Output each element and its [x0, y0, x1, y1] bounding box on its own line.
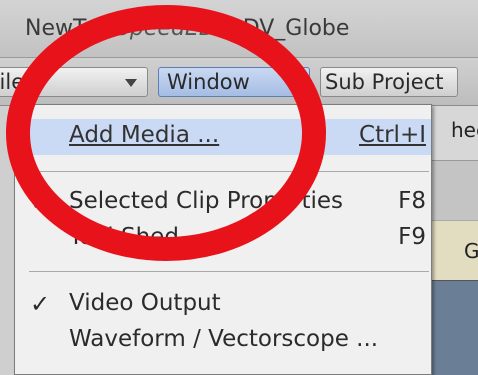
checkmark-icon: ✓ — [30, 188, 51, 216]
menu-item-label: Selected Clip Properties — [69, 188, 344, 214]
menu-sub-project-label: Sub Project — [325, 70, 444, 94]
title-app: NewTek — [25, 16, 109, 41]
menu-window-label: Window — [167, 70, 250, 94]
menu-separator — [29, 271, 429, 272]
menu-window[interactable]: Window — [158, 67, 310, 97]
title-bar: NewTek SpeedEDIT DV_Globe — [0, 0, 478, 58]
window-title: NewTek SpeedEDIT DV_Globe — [25, 16, 349, 41]
title-project: DV_Globe — [242, 16, 350, 41]
panel-header-fragment: hee — [451, 118, 478, 142]
chevron-down-icon — [125, 79, 137, 87]
panel-tab-fragment: G — [464, 239, 478, 263]
menu-file[interactable]: File — [0, 67, 148, 97]
background-panel-toolbar — [430, 160, 478, 220]
application-window: NewTek SpeedEDIT DV_Globe File Window Su… — [0, 0, 478, 375]
title-product: SpeedEDIT — [115, 16, 236, 41]
menu-sub-project[interactable]: Sub Project — [320, 67, 458, 97]
menu-item-video-output[interactable]: ✓ Video Output — [15, 287, 431, 323]
menu-item-label: Tool Shed — [69, 224, 179, 250]
menu-bar: File Window Sub Project — [0, 58, 478, 106]
menu-item-tool-shed[interactable]: Tool Shed F9 — [15, 221, 431, 257]
menu-item-shortcut: F9 — [398, 224, 426, 250]
menu-item-label: Waveform / Vectorscope ... — [69, 326, 379, 352]
menu-item-label: Add Media ... — [69, 122, 220, 148]
menu-item-shortcut: F8 — [398, 188, 426, 214]
checkmark-icon: ✓ — [30, 290, 51, 318]
chevron-down-icon — [285, 79, 297, 87]
background-panel-tab: G — [430, 220, 478, 280]
menu-item-add-media[interactable]: Add Media ... Ctrl+I — [15, 119, 431, 155]
menu-file-label: File — [0, 70, 25, 94]
background-panel-header: hee — [430, 106, 478, 160]
menu-item-label: Video Output — [69, 290, 221, 316]
menu-item-selected-clip-properties[interactable]: ✓ Selected Clip Properties F8 — [15, 185, 431, 221]
menu-separator — [29, 171, 429, 172]
window-menu-dropdown: Add Media ... Ctrl+I ✓ Selected Clip Pro… — [14, 104, 432, 375]
background-panel-timeline — [430, 280, 478, 375]
menu-item-waveform-vectorscope[interactable]: Waveform / Vectorscope ... — [15, 323, 431, 359]
menu-item-shortcut: Ctrl+I — [359, 122, 426, 148]
